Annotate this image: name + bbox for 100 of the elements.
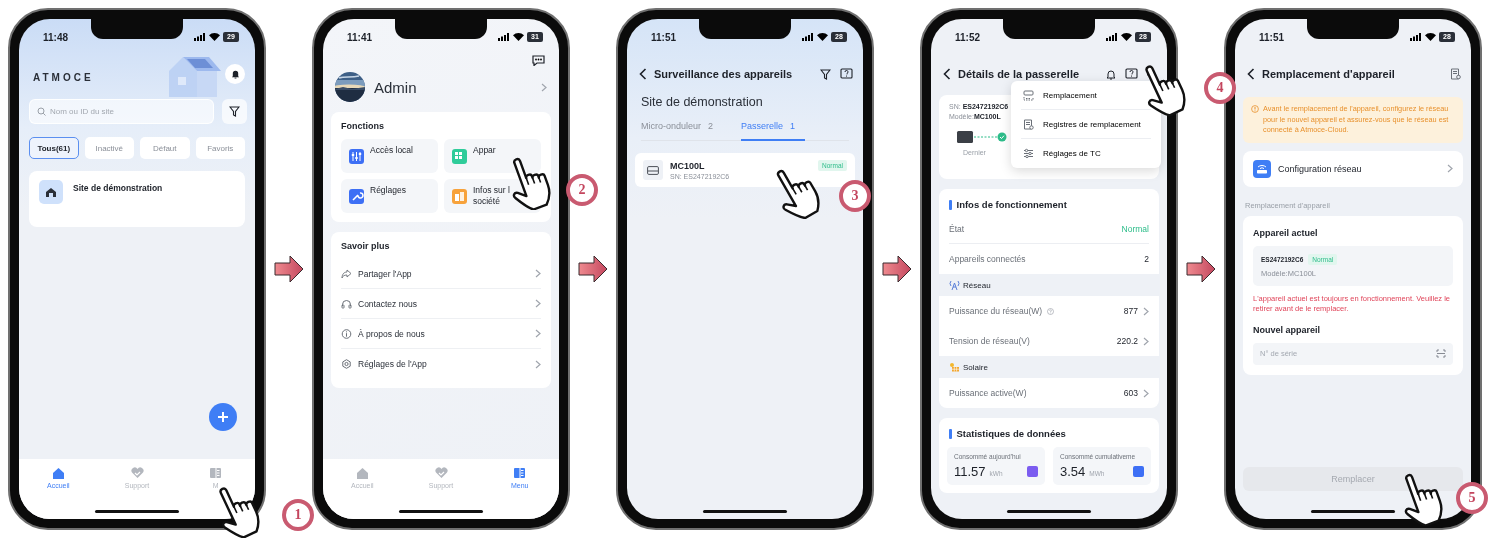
chevron-right-icon — [535, 329, 541, 338]
chevron-right-icon — [1447, 164, 1453, 174]
step-badge: 5 — [1456, 482, 1488, 514]
search-input[interactable]: Nom ou ID du site — [50, 100, 206, 123]
search-icon — [37, 107, 46, 116]
field-label: Puissance active(W) — [949, 388, 1027, 398]
chevron-right-icon — [535, 359, 541, 369]
history-icon[interactable] — [1450, 68, 1461, 80]
brand-logo: ATMOCE — [33, 72, 94, 83]
page-title: Surveillance des appareils — [654, 68, 793, 80]
filter-chip[interactable]: Inactivé — [84, 137, 134, 159]
house-icon — [45, 187, 57, 197]
status-text: Normal — [1121, 223, 1149, 234]
arrow-right-icon — [1186, 255, 1216, 283]
function-tile[interactable]: Appar — [444, 139, 541, 173]
plus-icon — [217, 411, 229, 423]
headset-icon — [341, 298, 352, 309]
filter-chip[interactable]: Défaut — [140, 137, 190, 159]
chevron-right-icon — [535, 269, 541, 278]
wifi-icon — [209, 33, 220, 41]
help-icon[interactable] — [840, 68, 853, 80]
solar-panel-icon — [949, 362, 960, 372]
home-icon — [51, 467, 65, 479]
filter-icon[interactable] — [820, 68, 831, 80]
sliders-icon — [1023, 148, 1034, 159]
signal-icon — [1106, 33, 1118, 41]
filter-chip[interactable]: Favoris — [195, 137, 245, 159]
field-label: État — [949, 223, 965, 234]
clock-time: 11:51 — [1259, 31, 1285, 43]
help-icon[interactable] — [1125, 68, 1138, 80]
back-icon[interactable] — [943, 68, 951, 80]
gear-icon — [341, 359, 352, 369]
back-icon[interactable] — [639, 68, 647, 80]
wifi-icon — [1121, 33, 1132, 41]
share-icon — [341, 268, 352, 279]
home-icon — [355, 467, 369, 479]
chevron-right-icon — [1143, 388, 1149, 398]
clock-time: 11:52 — [955, 31, 981, 43]
arrow-right-icon — [274, 255, 304, 283]
menu-row[interactable]: Réglages de l'App — [341, 349, 541, 379]
gateway-icon — [647, 165, 659, 175]
chevron-right-icon — [1143, 336, 1149, 346]
menu-icon — [209, 467, 223, 479]
signal-icon — [194, 33, 206, 41]
document-icon — [1023, 118, 1034, 130]
function-tile[interactable]: Accès local — [341, 139, 438, 173]
back-icon[interactable] — [1247, 68, 1255, 80]
step-badge: 2 — [566, 174, 598, 206]
network-config-row[interactable]: Configuration réseau — [1243, 150, 1463, 187]
bell-icon — [230, 69, 240, 79]
search-field[interactable]: Nom ou ID du site — [29, 99, 214, 124]
stat-value: 11.57 — [954, 464, 986, 479]
site-card[interactable]: Site de démonstration — [29, 171, 245, 227]
dropdown-item[interactable]: Registres de remplacement — [1021, 110, 1151, 139]
field-label: Appareils connectés — [949, 254, 1026, 264]
signal-icon — [1410, 33, 1422, 41]
arrow-right-icon — [578, 255, 608, 283]
chevron-right-icon — [1143, 306, 1149, 316]
section-title: Statistiques de données — [956, 428, 1066, 439]
router-icon — [1256, 163, 1268, 174]
notification-button[interactable] — [225, 64, 245, 84]
clock-time: 11:41 — [347, 31, 373, 43]
page-title: Détails de la passerelle — [958, 68, 1080, 80]
user-name: Admin — [374, 78, 417, 96]
heart-hand-icon — [130, 467, 144, 479]
device-name: MC100L — [670, 160, 706, 171]
dropdown-item[interactable]: Réglages de TC — [1021, 139, 1151, 168]
section-title: Savoir plus — [341, 241, 391, 251]
section-title: Infos de fonctionnement — [956, 199, 1067, 210]
chat-icon[interactable] — [532, 55, 545, 66]
clock-time: 11:51 — [651, 31, 677, 43]
filter-button[interactable] — [222, 99, 247, 124]
section-title: Fonctions — [341, 121, 385, 131]
scan-icon[interactable] — [1436, 349, 1446, 359]
section-title: Appareil actuel — [1253, 227, 1319, 238]
antenna-icon — [949, 280, 960, 290]
field-value: 2 — [1144, 254, 1149, 264]
chevron-right-icon — [541, 82, 547, 92]
menu-row[interactable]: Partager l'App — [341, 259, 541, 289]
menu-row[interactable]: À propos de nous — [341, 319, 541, 349]
field-label: Puissance du réseau(W) — [949, 306, 1043, 316]
info-icon — [341, 328, 352, 339]
chevron-right-icon — [535, 299, 541, 308]
step-badge: 1 — [282, 499, 314, 531]
bell-icon[interactable] — [1106, 68, 1116, 80]
arrow-right-icon — [882, 255, 912, 283]
field-value: 220.2 — [1116, 336, 1138, 346]
stat-value: 3.54 — [1060, 464, 1086, 479]
add-button[interactable] — [209, 403, 237, 431]
section-title: Nouvel appareil — [1253, 324, 1322, 335]
field-value: 877 — [1123, 306, 1138, 316]
field-label: Tension de réseau(V) — [949, 336, 1030, 346]
menu-row[interactable]: Contactez nous — [341, 289, 541, 319]
site-title: Site de démonstration — [640, 94, 764, 109]
function-tile[interactable]: Réglages — [341, 179, 438, 213]
wifi-icon — [817, 33, 828, 41]
swap-device-icon — [1023, 89, 1034, 101]
heart-hand-icon — [434, 467, 448, 479]
filter-chip[interactable]: Tous(61) — [29, 137, 79, 159]
warning-icon — [1251, 105, 1259, 113]
